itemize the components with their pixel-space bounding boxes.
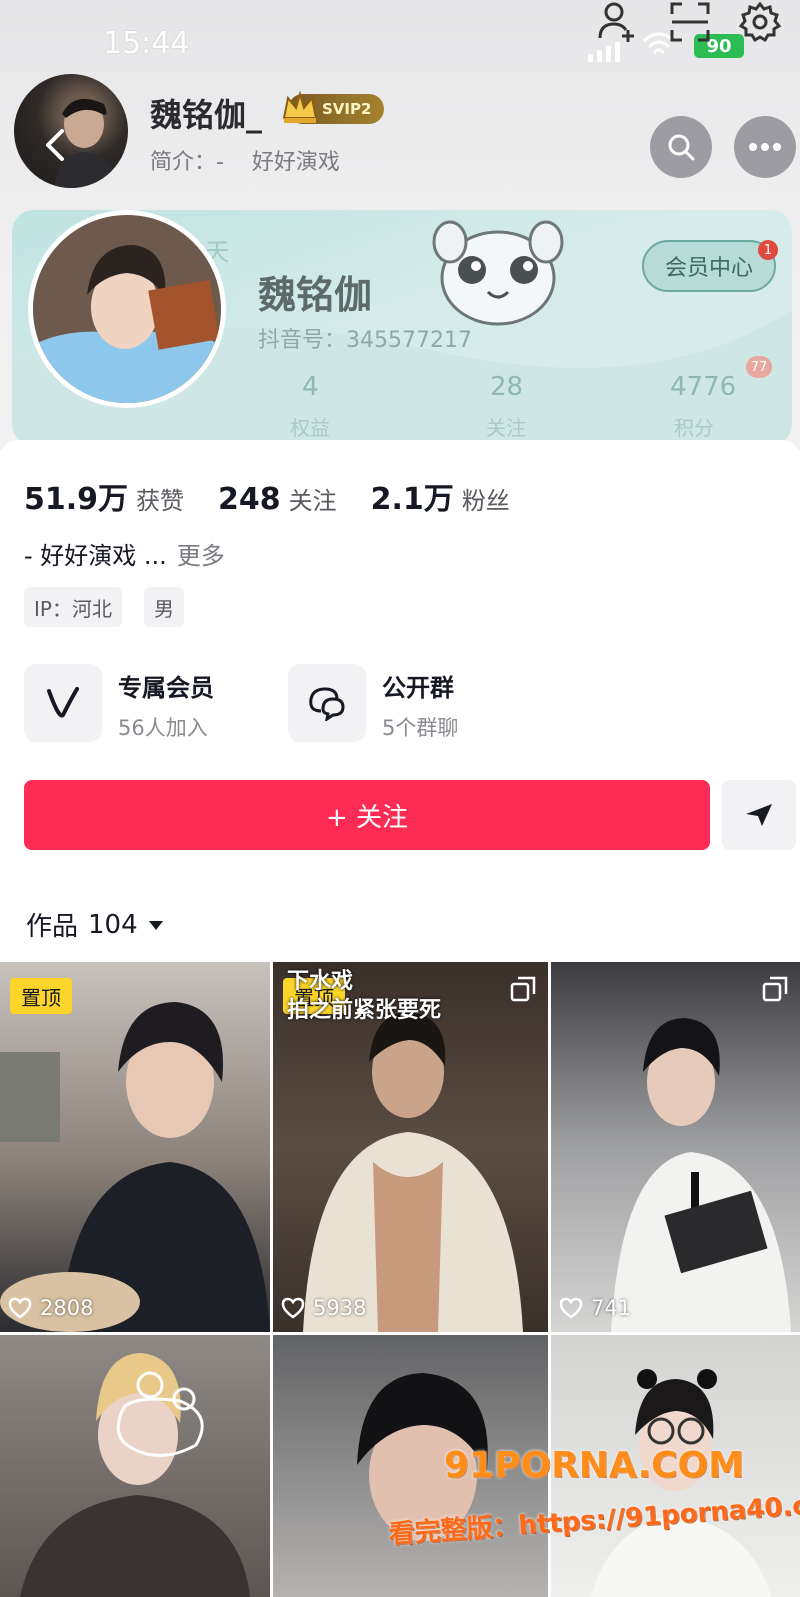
card-count-badge: 77 [746, 356, 772, 378]
avatar-small[interactable] [14, 74, 128, 188]
multi-image-icon [762, 976, 788, 1002]
heart-icon [281, 1297, 305, 1319]
group-feature-sub: 5个群聊 [382, 716, 459, 740]
member-feature-button[interactable] [24, 664, 102, 742]
card-count-2: 4776 [670, 372, 737, 402]
video-likes: 5938 [281, 1296, 366, 1320]
video-thumbnail [20, 1353, 250, 1597]
card-count-label-2: 积分 [674, 416, 714, 440]
video-tile[interactable]: 置顶 2808 [0, 962, 270, 1332]
works-label: 作品 [26, 912, 79, 942]
add-friend-icon[interactable] [596, 0, 640, 44]
header-intro: 简介：- 好好演戏 [150, 150, 340, 175]
group-feature-title[interactable]: 公开群 [382, 668, 454, 703]
video-thumbnail [611, 1018, 791, 1332]
search-icon [668, 134, 695, 161]
video-tile[interactable] [0, 1335, 270, 1597]
avatar-large[interactable] [28, 210, 226, 408]
search-button[interactable] [650, 116, 712, 178]
pinned-badge: 置顶 [10, 978, 72, 1014]
fans-label[interactable]: 粉丝 [462, 481, 510, 516]
video-likes-count: 5938 [313, 1296, 367, 1320]
settings-icon[interactable] [738, 0, 782, 44]
header-username: 魏铭伽_ [150, 96, 263, 134]
following-count[interactable]: 248 [218, 482, 281, 517]
ip-tag: IP：河北 [24, 587, 122, 627]
bio: - 好好演戏 ... 更多 [24, 536, 225, 571]
caret-down-icon [148, 920, 163, 930]
multi-image-icon [510, 976, 536, 1002]
bio-more-link[interactable]: 更多 [177, 542, 225, 570]
card-count-1: 28 [490, 372, 524, 402]
card-count-0: 4 [302, 372, 319, 402]
card-count-label-0: 权益 [290, 416, 330, 440]
likes-count: 51.9万 [24, 482, 129, 517]
follow-button[interactable]: + 关注 [24, 780, 710, 850]
member-feature-sub: 56人加入 [118, 716, 208, 740]
more-button[interactable] [734, 116, 796, 178]
fans-count[interactable]: 2.1万 [371, 474, 454, 518]
heart-icon [8, 1297, 32, 1319]
svip-label: SVIP2 [322, 100, 372, 118]
gender-tag: 男 [144, 587, 184, 627]
video-thumbnail [0, 1002, 270, 1332]
back-icon[interactable] [40, 128, 70, 162]
share-button[interactable] [722, 780, 796, 850]
card-count-label-1: 关注 [486, 416, 526, 440]
send-icon [746, 804, 772, 826]
works-tab[interactable]: 作品 104 [26, 906, 164, 943]
video-likes-count: 2808 [40, 1296, 94, 1320]
video-likes-count: 741 [591, 1296, 632, 1320]
video-tile[interactable]: 置顶 下水戏 拍之前紧张要死 5938 [273, 962, 548, 1332]
status-time: 15:44 [103, 26, 190, 61]
works-count: 104 [88, 909, 138, 940]
video-likes: 2808 [8, 1296, 93, 1320]
profile-screen: 15:44 90 魏铭伽_ SVIP2 简介：- 好好演戏 5天 魏铭伽 抖音号… [0, 0, 800, 1597]
likes-label: 获赞 [136, 487, 185, 515]
member-center-button[interactable]: 会员中心 [642, 240, 776, 292]
bio-text: - 好好演戏 ... [24, 542, 167, 570]
watermark-site: 91PORNA.COM [444, 1445, 744, 1486]
following-label[interactable]: 关注 [289, 481, 337, 516]
video-likes: 741 [559, 1296, 631, 1320]
group-feature-button[interactable] [288, 664, 366, 742]
svip-badge[interactable]: SVIP2 [282, 90, 384, 124]
profile-stats: 51.9万 获赞 248 关注 2.1万 粉丝 [24, 474, 544, 518]
heart-icon [559, 1297, 583, 1319]
video-caption: 下水戏 拍之前紧张要死 [287, 969, 442, 1023]
card-douyin-id: 抖音号：345577217 [258, 328, 472, 353]
v-icon [47, 687, 79, 718]
scan-icon[interactable] [668, 0, 712, 44]
member-feature-title[interactable]: 专属会员 [118, 668, 214, 703]
chat-icon [309, 687, 345, 721]
more-icon [749, 143, 781, 151]
video-tile[interactable]: 741 [551, 962, 800, 1332]
notification-badge: 1 [758, 240, 778, 260]
card-name: 魏铭伽 [258, 273, 373, 317]
crown-icon [282, 90, 318, 123]
puppy-mascot-icon [432, 220, 564, 326]
